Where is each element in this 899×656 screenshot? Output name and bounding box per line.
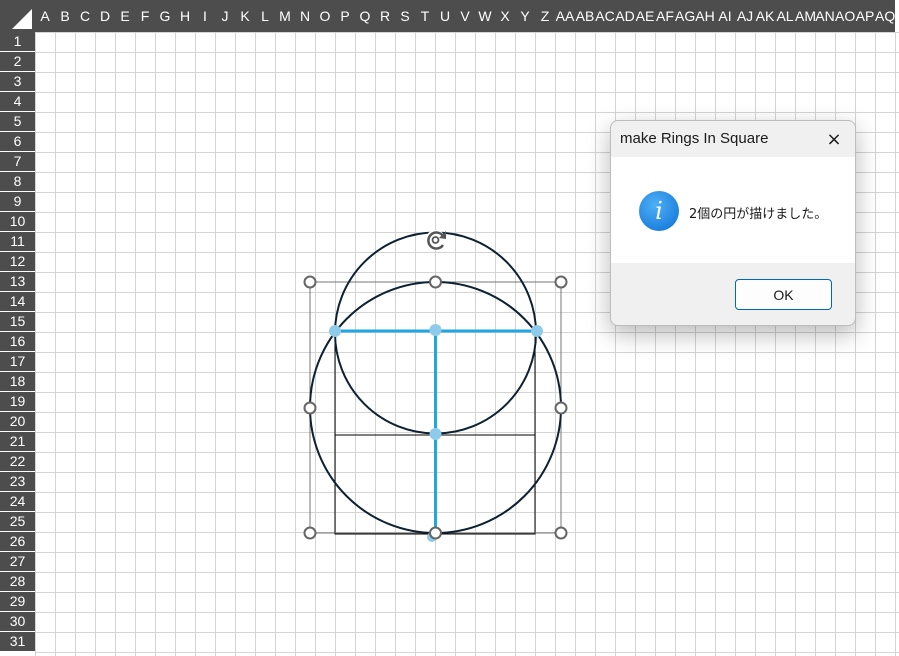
guide-point[interactable] bbox=[531, 325, 543, 337]
spreadsheet: A B C D E F G H I J K L M N O P Q R S T U V W X Y Z AA AB AC AD AE AF AG… bbox=[0, 0, 899, 656]
close-icon[interactable]: × bbox=[819, 125, 849, 153]
circle-handle-icon[interactable] bbox=[554, 526, 568, 540]
dialog-body: i 2個の円が描けました。 bbox=[611, 157, 855, 263]
guide-point[interactable] bbox=[329, 325, 341, 337]
guide-point[interactable] bbox=[429, 428, 442, 440]
circle-handle-icon[interactable] bbox=[303, 275, 317, 289]
circle-handle-icon[interactable] bbox=[554, 401, 568, 415]
shape-drawing bbox=[303, 230, 568, 542]
message-dialog: make Rings In Square × i 2個の円が描けました。 OK bbox=[610, 120, 856, 326]
guide-point[interactable] bbox=[429, 324, 442, 336]
circle-handle-icon[interactable] bbox=[303, 401, 317, 415]
circle-handle-icon[interactable] bbox=[303, 526, 317, 540]
dialog-message: 2個の円が描けました。 bbox=[689, 207, 828, 222]
circle-handle-icon[interactable] bbox=[554, 275, 568, 289]
circle-handle-icon[interactable] bbox=[429, 526, 442, 540]
dialog-title: make Rings In Square bbox=[620, 130, 769, 147]
ok-button[interactable]: OK bbox=[735, 279, 832, 310]
circle-handle-icon[interactable] bbox=[429, 275, 442, 289]
info-icon: i bbox=[639, 191, 679, 231]
